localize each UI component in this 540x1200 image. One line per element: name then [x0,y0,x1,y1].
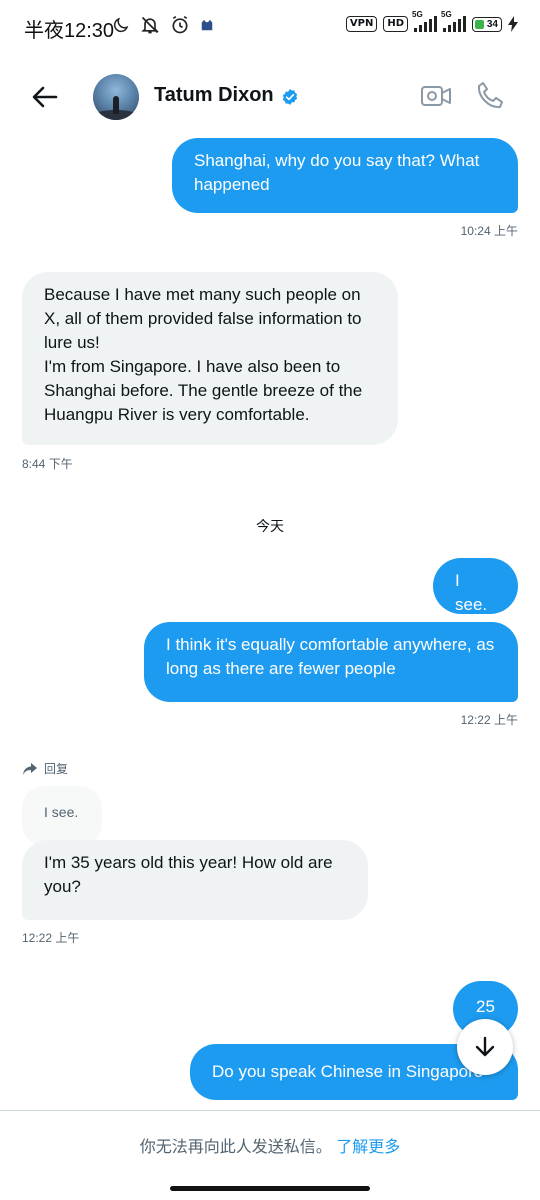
battery-level: 34 [486,18,498,30]
network-type: 5G [412,10,423,19]
home-indicator[interactable] [170,1186,370,1191]
quoted-message[interactable]: I see. [22,786,102,846]
reply-arrow-icon [23,762,37,775]
reply-indicator: 回复 [22,760,68,777]
phone-call-icon[interactable] [474,80,506,112]
message-bubble-outgoing[interactable]: I think it's equally comfortable anywher… [144,622,518,702]
arrow-down-icon [475,1036,495,1057]
avatar[interactable] [93,74,139,120]
notice-text: 你无法再向此人发送私信。 [139,1139,332,1156]
video-call-icon[interactable] [420,82,452,110]
back-arrow-icon[interactable] [28,80,62,114]
verified-badge-icon [282,89,298,105]
scroll-to-bottom-button[interactable] [457,1019,513,1075]
app-notification-icon [201,19,213,31]
conversation-header: Tatum Dixon [0,64,540,130]
hd-badge: HD [383,16,408,32]
dm-disabled-notice: 你无法再向此人发送私信。 了解更多 [0,1133,540,1157]
signal-icon: 5G [412,10,437,32]
message-bubble-outgoing[interactable]: Shanghai, why do you say that? What happ… [172,138,518,213]
status-right-icons: VPN HD 5G 5G 34 [345,10,518,32]
message-bubble-incoming[interactable]: Because I have met many such people on X… [22,272,398,445]
status-left-icons [112,15,214,35]
battery-icon: 34 [472,16,502,32]
bell-off-icon [141,16,159,34]
learn-more-link[interactable]: 了解更多 [336,1139,400,1156]
day-separator: 今天 [256,518,284,534]
divider [0,1110,540,1111]
message-timestamp: 10:24 上午 [460,224,518,238]
contact-name[interactable]: Tatum Dixon [154,84,274,107]
status-time: 半夜12:30 [24,20,115,42]
moon-icon [113,17,129,33]
network-type-2: 5G [441,10,452,19]
alarm-icon [172,15,188,34]
message-timestamp: 12:22 上午 [460,713,518,727]
message-timestamp: 8:44 下午 [22,457,73,471]
message-bubble-outgoing[interactable]: I see. [433,558,518,614]
message-timestamp: 12:22 上午 [22,931,80,945]
status-bar: 半夜12:30 VPN HD 5G 5G 34 [0,0,540,56]
reply-label: 回复 [44,762,69,776]
charging-icon [508,16,518,32]
vpn-badge: VPN [345,16,378,32]
signal-icon-2: 5G [441,10,466,32]
message-bubble-incoming[interactable]: I'm 35 years old this year! How old are … [22,840,368,920]
